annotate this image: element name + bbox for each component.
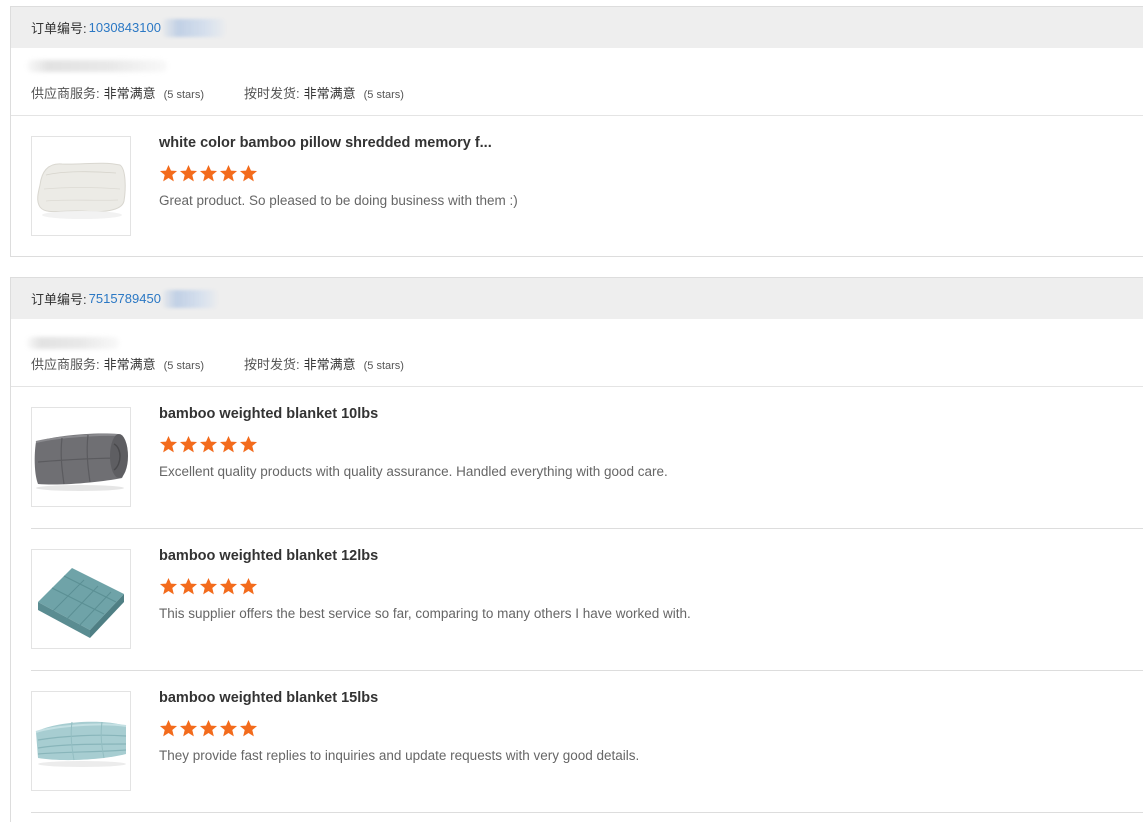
star-icon xyxy=(219,577,238,595)
star-icon xyxy=(179,719,198,737)
supplier-service-stars-note: (5 stars) xyxy=(163,89,204,101)
star-rating xyxy=(159,164,258,183)
review-text: Excellent quality products with quality … xyxy=(159,464,668,479)
order-number-label: 订单编号: xyxy=(31,292,87,307)
on-time-delivery-rating: 按时发货: 非常满意 (5 stars) xyxy=(244,83,404,102)
order-number-link[interactable]: 1030843100 xyxy=(89,20,161,35)
seller-ratings: 供应商服务: 非常满意 (5 stars) 按时发货: 非常满意 (5 star… xyxy=(31,83,444,102)
product-title-link[interactable]: bamboo weighted blanket 15lbs xyxy=(159,690,378,706)
order-header: 订单编号: 7515789450 xyxy=(11,278,1143,319)
supplier-service-value: 非常满意 xyxy=(103,86,156,101)
supplier-service-rating: 供应商服务: 非常满意 (5 stars) xyxy=(31,83,204,102)
star-icon xyxy=(199,435,218,453)
star-rating xyxy=(159,435,258,454)
product-title-link[interactable]: bamboo weighted blanket 10lbs xyxy=(159,406,378,422)
redacted-buyer-name xyxy=(27,337,119,349)
star-icon xyxy=(159,164,178,182)
star-icon xyxy=(159,435,178,453)
order-card: 订单编号: 7515789450 供应商服务: 非常满意 (5 stars) 按… xyxy=(10,277,1143,822)
product-review: bamboo weighted blanket 15lbs They provi… xyxy=(31,671,1143,813)
star-icon xyxy=(179,435,198,453)
star-rating xyxy=(159,577,258,596)
review-text: This supplier offers the best service so… xyxy=(159,606,691,621)
redacted-buyer-name xyxy=(27,60,167,72)
star-icon xyxy=(179,164,198,182)
seller-ratings: 供应商服务: 非常满意 (5 stars) 按时发货: 非常满意 (5 star… xyxy=(31,354,444,373)
order-ratings-row: 供应商服务: 非常满意 (5 stars) 按时发货: 非常满意 (5 star… xyxy=(11,319,1143,387)
star-icon xyxy=(199,719,218,737)
order-number-label: 订单编号: xyxy=(31,21,87,36)
product-review: bamboo weighted blanket 12lbs This suppl… xyxy=(31,529,1143,671)
star-icon xyxy=(219,435,238,453)
on-time-delivery-label: 按时发货: xyxy=(243,357,300,372)
product-title-link[interactable]: white color bamboo pillow shredded memor… xyxy=(159,135,492,151)
product-review: white color bamboo pillow shredded memor… xyxy=(31,116,1143,257)
supplier-service-stars-note: (5 stars) xyxy=(163,360,204,372)
on-time-delivery-rating: 按时发货: 非常满意 (5 stars) xyxy=(244,354,404,373)
on-time-delivery-stars-note: (5 stars) xyxy=(363,89,404,101)
order-card: 订单编号: 1030843100 供应商服务: 非常满意 (5 stars) 按… xyxy=(10,6,1143,257)
grey-rolled-blanket-image[interactable] xyxy=(31,407,131,507)
on-time-delivery-stars-note: (5 stars) xyxy=(363,360,404,372)
star-icon xyxy=(159,719,178,737)
redacted-order-suffix xyxy=(162,18,225,37)
aqua-folded-blanket-image[interactable] xyxy=(31,691,131,791)
star-icon xyxy=(239,719,258,737)
star-icon xyxy=(179,577,198,595)
supplier-service-value: 非常满意 xyxy=(103,357,156,372)
product-review: bamboo weighted blanket 10lbs Excellent … xyxy=(31,387,1143,529)
star-icon xyxy=(239,164,258,182)
review-text: They provide fast replies to inquiries a… xyxy=(159,748,640,763)
star-icon xyxy=(239,435,258,453)
star-icon xyxy=(199,164,218,182)
star-rating xyxy=(159,719,258,738)
supplier-service-label: 供应商服务: xyxy=(31,357,100,372)
order-number-link[interactable]: 7515789450 xyxy=(89,291,161,306)
on-time-delivery-value: 非常满意 xyxy=(303,86,356,101)
on-time-delivery-label: 按时发货: xyxy=(243,86,300,101)
on-time-delivery-value: 非常满意 xyxy=(303,357,356,372)
order-header: 订单编号: 1030843100 xyxy=(11,7,1143,48)
star-icon xyxy=(239,577,258,595)
pillow-image[interactable] xyxy=(31,136,131,236)
star-icon xyxy=(199,577,218,595)
star-icon xyxy=(219,719,238,737)
star-icon xyxy=(159,577,178,595)
supplier-service-label: 供应商服务: xyxy=(31,86,100,101)
teal-folded-blanket-image[interactable] xyxy=(31,549,131,649)
star-icon xyxy=(219,164,238,182)
order-ratings-row: 供应商服务: 非常满意 (5 stars) 按时发货: 非常满意 (5 star… xyxy=(11,48,1143,116)
redacted-order-suffix xyxy=(162,289,217,308)
product-title-link[interactable]: bamboo weighted blanket 12lbs xyxy=(159,548,378,564)
supplier-service-rating: 供应商服务: 非常满意 (5 stars) xyxy=(31,354,204,373)
review-text: Great product. So pleased to be doing bu… xyxy=(159,193,518,208)
